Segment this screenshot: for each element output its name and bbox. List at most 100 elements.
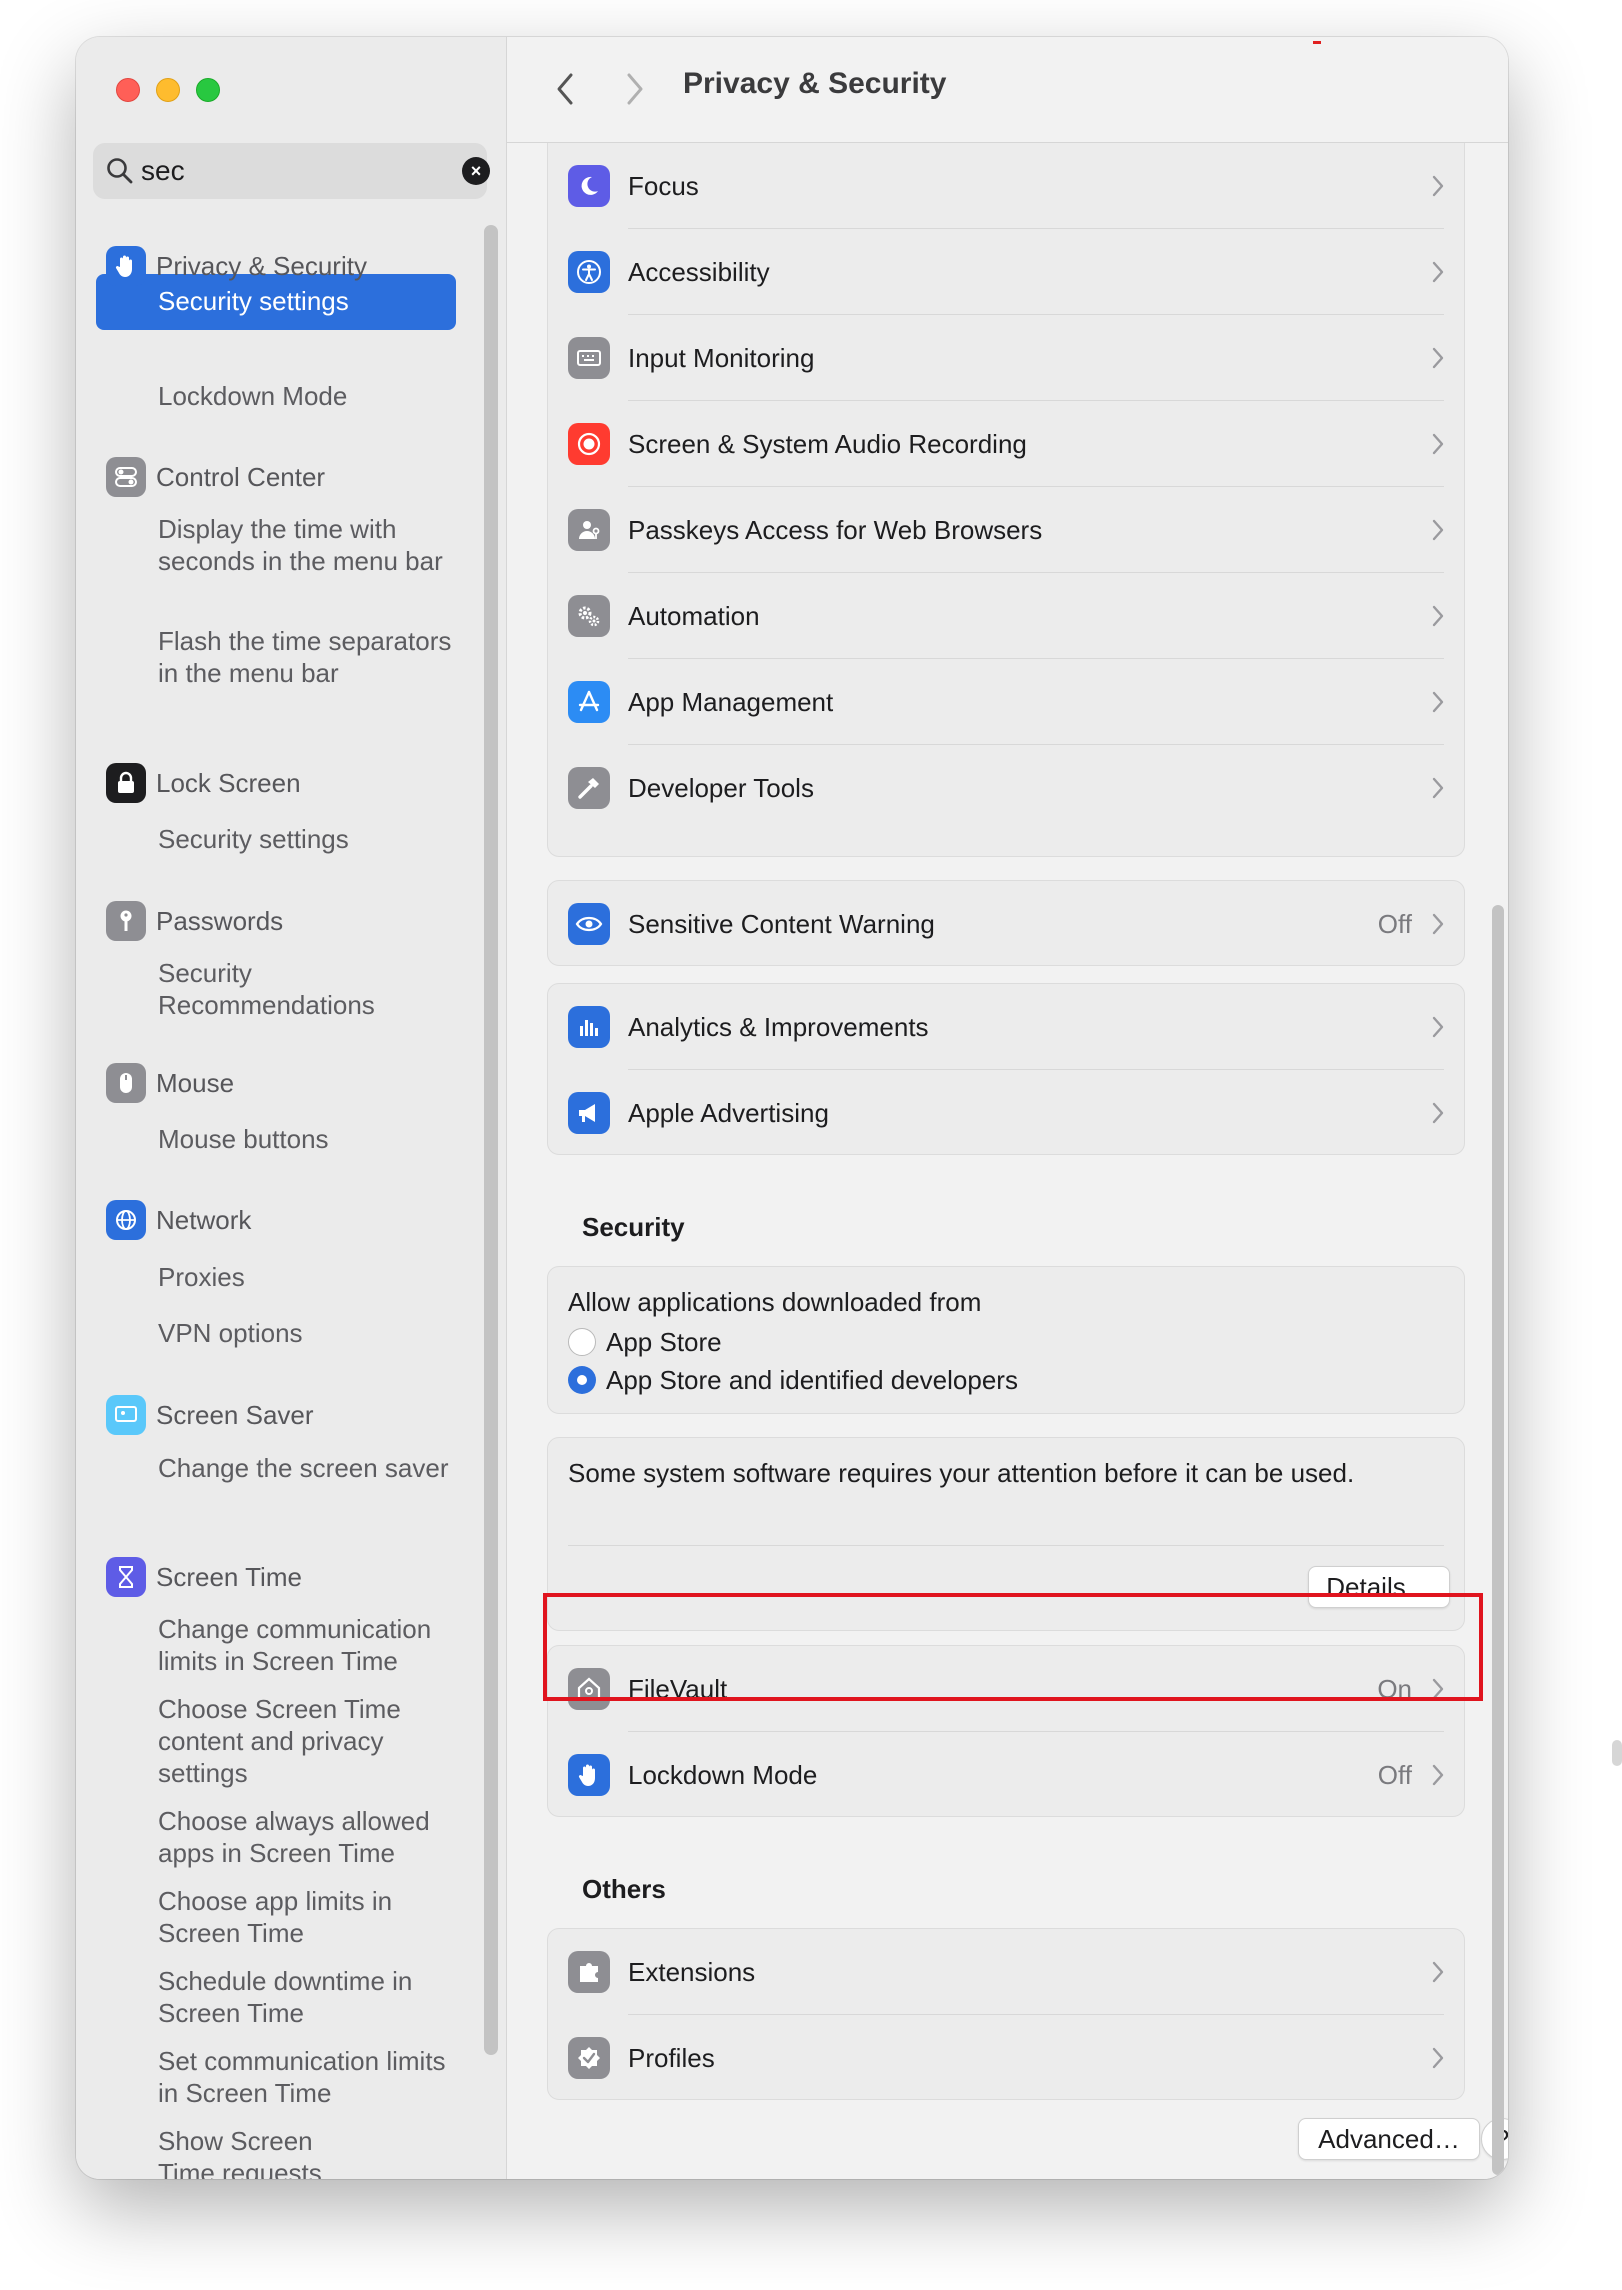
row-app-management[interactable]: App Management bbox=[548, 659, 1464, 745]
sidebar-subitem-content-privacy-settings[interactable]: Choose Screen Time content and privacy s… bbox=[158, 1693, 458, 1789]
row-label: Analytics & Improvements bbox=[628, 1012, 929, 1042]
sidebar-group-label: Privacy & Security bbox=[156, 250, 367, 281]
sidebar-subitem-display-time-seconds[interactable]: Display the time with seconds in the men… bbox=[158, 513, 458, 577]
sidebar-subitem-set-communication-limits[interactable]: Set communication limits in Screen Time bbox=[158, 2045, 458, 2109]
clear-search-icon[interactable]: × bbox=[462, 157, 490, 185]
bar-chart-icon bbox=[568, 1006, 610, 1048]
gears-icon bbox=[568, 595, 610, 637]
search-field[interactable]: × bbox=[93, 143, 490, 199]
row-label: Input Monitoring bbox=[628, 343, 815, 373]
row-label: Automation bbox=[628, 601, 760, 631]
radio-app-store[interactable] bbox=[568, 1328, 596, 1356]
row-value: Off bbox=[1377, 1760, 1412, 1790]
sidebar-item-screen-time[interactable]: Screen Time bbox=[106, 1555, 302, 1599]
sidebar: × Security settings Privacy & Security L… bbox=[76, 37, 507, 2179]
sidebar-subitem-change-communication-limits[interactable]: Change communication limits in Screen Ti… bbox=[158, 1613, 458, 1677]
zoom-window-button[interactable] bbox=[196, 78, 220, 102]
row-label: Passkeys Access for Web Browsers bbox=[628, 515, 1043, 545]
row-label: Developer Tools bbox=[628, 773, 814, 803]
row-developer-tools[interactable]: Developer Tools bbox=[548, 745, 1464, 831]
radio-app-store-label[interactable]: App Store bbox=[606, 1327, 722, 1358]
chevron-right-icon[interactable] bbox=[619, 69, 649, 109]
close-window-button[interactable] bbox=[116, 78, 140, 102]
chevron-left-icon[interactable] bbox=[551, 69, 581, 109]
row-profiles[interactable]: Profiles bbox=[548, 2015, 1464, 2101]
allow-apps-card: Allow applications downloaded from App S… bbox=[547, 1266, 1465, 1414]
row-sensitive-content-warning[interactable]: Sensitive Content Warning Off bbox=[548, 881, 1464, 967]
sidebar-subitem-app-limits[interactable]: Choose app limits in Screen Time bbox=[158, 1885, 458, 1949]
row-apple-advertising[interactable]: Apple Advertising bbox=[548, 1070, 1464, 1156]
eye-warning-icon bbox=[568, 903, 610, 945]
sidebar-subitem-lockdown-mode[interactable]: Lockdown Mode bbox=[158, 380, 458, 412]
sidebar-subitem-show-screen-time-requests[interactable]: Show Screen Time requests bbox=[158, 2125, 358, 2179]
filevault-highlight-box bbox=[543, 1593, 1483, 1701]
chevron-right-icon bbox=[1432, 433, 1444, 455]
sidebar-item-control-center[interactable]: Control Center bbox=[106, 455, 325, 499]
row-focus[interactable]: Focus bbox=[548, 143, 1464, 229]
row-passkeys-access[interactable]: Passkeys Access for Web Browsers bbox=[548, 487, 1464, 573]
settings-window: × Security settings Privacy & Security L… bbox=[76, 37, 1508, 2179]
puzzle-icon bbox=[568, 1951, 610, 1993]
row-label: Focus bbox=[628, 171, 699, 201]
radio-app-store-identified-label[interactable]: App Store and identified developers bbox=[606, 1365, 1018, 1396]
security-section-title: Security bbox=[582, 1212, 685, 1242]
sidebar-subitem-schedule-downtime[interactable]: Schedule downtime in Screen Time bbox=[158, 1965, 458, 2029]
sidebar-group-label: Lock Screen bbox=[156, 767, 301, 798]
search-input[interactable] bbox=[141, 153, 421, 189]
sidebar-subitem-vpn-options[interactable]: VPN options bbox=[158, 1317, 458, 1349]
main-pane: Privacy & Security Focus Accessibility I… bbox=[507, 37, 1508, 2179]
row-label: Lockdown Mode bbox=[628, 1760, 818, 1790]
others-section-title: Others bbox=[582, 1874, 666, 1904]
sidebar-item-screen-saver[interactable]: Screen Saver bbox=[106, 1393, 314, 1437]
others-card: Extensions Profiles bbox=[547, 1928, 1465, 2100]
sensitive-card: Sensitive Content Warning Off bbox=[547, 880, 1465, 966]
sidebar-item-network[interactable]: Network bbox=[106, 1198, 251, 1242]
radio-app-store-identified[interactable] bbox=[568, 1366, 596, 1394]
moon-icon bbox=[568, 165, 610, 207]
chevron-right-icon bbox=[1432, 1764, 1444, 1786]
hourglass-icon bbox=[106, 1557, 146, 1597]
row-lockdown-mode[interactable]: Lockdown Mode Off bbox=[548, 1732, 1464, 1818]
advanced-button[interactable]: Advanced… bbox=[1298, 2118, 1480, 2160]
sidebar-subitem-change-screen-saver[interactable]: Change the screen saver bbox=[158, 1452, 458, 1484]
chevron-right-icon bbox=[1432, 777, 1444, 799]
row-analytics-improvements[interactable]: Analytics & Improvements bbox=[548, 984, 1464, 1070]
main-scrollbar[interactable] bbox=[1492, 905, 1504, 2175]
sidebar-subitem-always-allowed-apps[interactable]: Choose always allowed apps in Screen Tim… bbox=[158, 1805, 458, 1869]
checkmark-badge-icon bbox=[568, 2037, 610, 2079]
sidebar-group-label: Passwords bbox=[156, 905, 284, 936]
red-mark bbox=[1313, 41, 1321, 44]
sidebar-subitem-flash-time-separators[interactable]: Flash the time separators in the menu ba… bbox=[158, 625, 458, 689]
row-screen-audio-recording[interactable]: Screen & System Audio Recording bbox=[548, 401, 1464, 487]
sidebar-subitem-lock-screen-security-settings[interactable]: Security settings bbox=[158, 823, 458, 855]
person-key-icon bbox=[568, 509, 610, 551]
sidebar-item-privacy-security[interactable]: Privacy & Security bbox=[106, 244, 367, 288]
sidebar-subitem-mouse-buttons[interactable]: Mouse buttons bbox=[158, 1123, 458, 1155]
record-icon bbox=[568, 423, 610, 465]
sidebar-subitem-security-recommendations[interactable]: Security Recommendations bbox=[158, 957, 458, 1021]
mouse-icon bbox=[106, 1063, 146, 1103]
chevron-right-icon bbox=[1432, 605, 1444, 627]
sidebar-scrollbar[interactable] bbox=[484, 225, 498, 2055]
row-automation[interactable]: Automation bbox=[548, 573, 1464, 659]
sidebar-item-lock-screen[interactable]: Lock Screen bbox=[106, 761, 301, 805]
allow-apps-label: Allow applications downloaded from bbox=[568, 1287, 982, 1317]
row-value: Off bbox=[1377, 909, 1412, 939]
row-input-monitoring[interactable]: Input Monitoring bbox=[548, 315, 1464, 401]
chevron-right-icon bbox=[1432, 913, 1444, 935]
row-extensions[interactable]: Extensions bbox=[548, 1929, 1464, 2015]
sidebar-item-mouse[interactable]: Mouse bbox=[106, 1061, 234, 1105]
hand-icon bbox=[106, 246, 146, 286]
minimize-window-button[interactable] bbox=[156, 78, 180, 102]
row-label: Sensitive Content Warning bbox=[628, 909, 935, 939]
toggles-icon bbox=[106, 457, 146, 497]
chevron-right-icon bbox=[1432, 347, 1444, 369]
sidebar-subitem-proxies[interactable]: Proxies bbox=[158, 1261, 458, 1293]
edge-mark bbox=[1612, 1740, 1622, 1766]
page-title: Privacy & Security bbox=[683, 67, 947, 100]
row-label: Accessibility bbox=[628, 257, 770, 287]
accessibility-icon bbox=[568, 251, 610, 293]
sidebar-item-passwords[interactable]: Passwords bbox=[106, 899, 283, 943]
chevron-right-icon bbox=[1432, 1102, 1444, 1124]
row-accessibility[interactable]: Accessibility bbox=[548, 229, 1464, 315]
